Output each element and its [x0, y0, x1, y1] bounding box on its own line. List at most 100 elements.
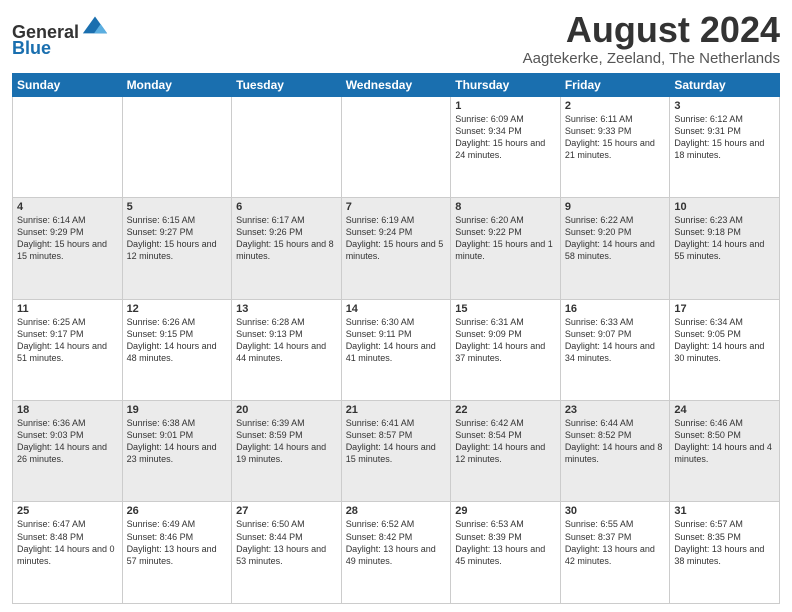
- calendar-cell-0-5: 2Sunrise: 6:11 AMSunset: 9:33 PMDaylight…: [560, 96, 670, 197]
- day-info: Sunset: 8:59 PM: [236, 429, 337, 441]
- day-info: Sunrise: 6:33 AM: [565, 316, 666, 328]
- calendar-row-1: 4Sunrise: 6:14 AMSunset: 9:29 PMDaylight…: [13, 198, 780, 299]
- calendar-cell-2-3: 14Sunrise: 6:30 AMSunset: 9:11 PMDayligh…: [341, 299, 451, 400]
- day-info: Sunset: 9:24 PM: [346, 226, 447, 238]
- day-info: Daylight: 14 hours and 23 minutes.: [127, 441, 228, 465]
- day-info: Sunset: 9:05 PM: [674, 328, 775, 340]
- day-info: Daylight: 14 hours and 44 minutes.: [236, 340, 337, 364]
- calendar-cell-2-0: 11Sunrise: 6:25 AMSunset: 9:17 PMDayligh…: [13, 299, 123, 400]
- day-info: Sunset: 8:37 PM: [565, 531, 666, 543]
- day-info: Sunset: 9:33 PM: [565, 125, 666, 137]
- calendar-cell-4-5: 30Sunrise: 6:55 AMSunset: 8:37 PMDayligh…: [560, 502, 670, 604]
- day-info: Daylight: 14 hours and 12 minutes.: [455, 441, 556, 465]
- logo-text: General Blue: [12, 10, 109, 59]
- calendar-cell-2-5: 16Sunrise: 6:33 AMSunset: 9:07 PMDayligh…: [560, 299, 670, 400]
- day-info: Daylight: 14 hours and 8 minutes.: [565, 441, 666, 465]
- day-info: Sunrise: 6:50 AM: [236, 518, 337, 530]
- col-sunday: Sunday: [13, 73, 123, 96]
- day-number: 18: [17, 404, 118, 416]
- day-info: Sunrise: 6:42 AM: [455, 417, 556, 429]
- page-container: General Blue August 2024 Aagtekerke, Zee…: [0, 0, 792, 612]
- day-info: Daylight: 15 hours and 24 minutes.: [455, 137, 556, 161]
- day-number: 21: [346, 404, 447, 416]
- day-info: Daylight: 13 hours and 57 minutes.: [127, 543, 228, 567]
- day-info: Daylight: 13 hours and 45 minutes.: [455, 543, 556, 567]
- day-info: Sunset: 9:03 PM: [17, 429, 118, 441]
- day-info: Sunset: 9:29 PM: [17, 226, 118, 238]
- day-number: 27: [236, 505, 337, 517]
- day-number: 12: [127, 303, 228, 315]
- calendar-cell-4-4: 29Sunrise: 6:53 AMSunset: 8:39 PMDayligh…: [451, 502, 561, 604]
- day-number: 31: [674, 505, 775, 517]
- day-number: 15: [455, 303, 556, 315]
- calendar-cell-0-2: [232, 96, 342, 197]
- calendar-row-3: 18Sunrise: 6:36 AMSunset: 9:03 PMDayligh…: [13, 401, 780, 502]
- day-info: Sunrise: 6:22 AM: [565, 214, 666, 226]
- day-info: Sunset: 9:01 PM: [127, 429, 228, 441]
- calendar-cell-0-3: [341, 96, 451, 197]
- day-info: Daylight: 13 hours and 49 minutes.: [346, 543, 447, 567]
- calendar-cell-3-5: 23Sunrise: 6:44 AMSunset: 8:52 PMDayligh…: [560, 401, 670, 502]
- day-number: 2: [565, 100, 666, 112]
- day-number: 19: [127, 404, 228, 416]
- day-info: Sunrise: 6:44 AM: [565, 417, 666, 429]
- day-info: Daylight: 15 hours and 12 minutes.: [127, 238, 228, 262]
- calendar-cell-4-0: 25Sunrise: 6:47 AMSunset: 8:48 PMDayligh…: [13, 502, 123, 604]
- day-number: 25: [17, 505, 118, 517]
- day-info: Sunrise: 6:47 AM: [17, 518, 118, 530]
- day-info: Sunset: 8:44 PM: [236, 531, 337, 543]
- day-info: Daylight: 14 hours and 58 minutes.: [565, 238, 666, 262]
- day-info: Daylight: 15 hours and 5 minutes.: [346, 238, 447, 262]
- day-info: Daylight: 13 hours and 38 minutes.: [674, 543, 775, 567]
- calendar-cell-1-2: 6Sunrise: 6:17 AMSunset: 9:26 PMDaylight…: [232, 198, 342, 299]
- day-number: 3: [674, 100, 775, 112]
- day-info: Sunrise: 6:39 AM: [236, 417, 337, 429]
- day-info: Daylight: 15 hours and 18 minutes.: [674, 137, 775, 161]
- day-number: 14: [346, 303, 447, 315]
- day-info: Sunrise: 6:12 AM: [674, 113, 775, 125]
- day-info: Sunrise: 6:30 AM: [346, 316, 447, 328]
- calendar-cell-2-6: 17Sunrise: 6:34 AMSunset: 9:05 PMDayligh…: [670, 299, 780, 400]
- day-info: Daylight: 14 hours and 37 minutes.: [455, 340, 556, 364]
- title-block: August 2024 Aagtekerke, Zeeland, The Net…: [523, 10, 780, 67]
- calendar-cell-4-2: 27Sunrise: 6:50 AMSunset: 8:44 PMDayligh…: [232, 502, 342, 604]
- calendar-cell-2-1: 12Sunrise: 6:26 AMSunset: 9:15 PMDayligh…: [122, 299, 232, 400]
- day-info: Sunset: 9:26 PM: [236, 226, 337, 238]
- day-info: Sunrise: 6:23 AM: [674, 214, 775, 226]
- day-info: Sunset: 9:17 PM: [17, 328, 118, 340]
- day-info: Sunrise: 6:14 AM: [17, 214, 118, 226]
- day-info: Sunrise: 6:34 AM: [674, 316, 775, 328]
- page-header: General Blue August 2024 Aagtekerke, Zee…: [12, 10, 780, 67]
- calendar-table: Sunday Monday Tuesday Wednesday Thursday…: [12, 73, 780, 604]
- day-number: 28: [346, 505, 447, 517]
- calendar-row-4: 25Sunrise: 6:47 AMSunset: 8:48 PMDayligh…: [13, 502, 780, 604]
- day-number: 8: [455, 201, 556, 213]
- day-info: Daylight: 15 hours and 21 minutes.: [565, 137, 666, 161]
- day-info: Daylight: 14 hours and 19 minutes.: [236, 441, 337, 465]
- calendar-cell-3-0: 18Sunrise: 6:36 AMSunset: 9:03 PMDayligh…: [13, 401, 123, 502]
- calendar-cell-3-1: 19Sunrise: 6:38 AMSunset: 9:01 PMDayligh…: [122, 401, 232, 502]
- day-info: Sunset: 9:09 PM: [455, 328, 556, 340]
- day-info: Sunrise: 6:53 AM: [455, 518, 556, 530]
- calendar-row-0: 1Sunrise: 6:09 AMSunset: 9:34 PMDaylight…: [13, 96, 780, 197]
- calendar-cell-0-6: 3Sunrise: 6:12 AMSunset: 9:31 PMDaylight…: [670, 96, 780, 197]
- day-info: Sunset: 8:50 PM: [674, 429, 775, 441]
- day-number: 30: [565, 505, 666, 517]
- day-info: Daylight: 14 hours and 30 minutes.: [674, 340, 775, 364]
- calendar-cell-4-6: 31Sunrise: 6:57 AMSunset: 8:35 PMDayligh…: [670, 502, 780, 604]
- day-number: 11: [17, 303, 118, 315]
- col-monday: Monday: [122, 73, 232, 96]
- calendar-cell-2-4: 15Sunrise: 6:31 AMSunset: 9:09 PMDayligh…: [451, 299, 561, 400]
- day-info: Sunset: 9:20 PM: [565, 226, 666, 238]
- day-number: 1: [455, 100, 556, 112]
- calendar-cell-4-3: 28Sunrise: 6:52 AMSunset: 8:42 PMDayligh…: [341, 502, 451, 604]
- day-info: Sunset: 8:35 PM: [674, 531, 775, 543]
- day-info: Sunrise: 6:15 AM: [127, 214, 228, 226]
- day-info: Sunrise: 6:52 AM: [346, 518, 447, 530]
- day-info: Sunrise: 6:55 AM: [565, 518, 666, 530]
- day-info: Daylight: 14 hours and 41 minutes.: [346, 340, 447, 364]
- calendar-cell-3-3: 21Sunrise: 6:41 AMSunset: 8:57 PMDayligh…: [341, 401, 451, 502]
- day-number: 22: [455, 404, 556, 416]
- calendar-cell-3-2: 20Sunrise: 6:39 AMSunset: 8:59 PMDayligh…: [232, 401, 342, 502]
- day-info: Sunset: 9:11 PM: [346, 328, 447, 340]
